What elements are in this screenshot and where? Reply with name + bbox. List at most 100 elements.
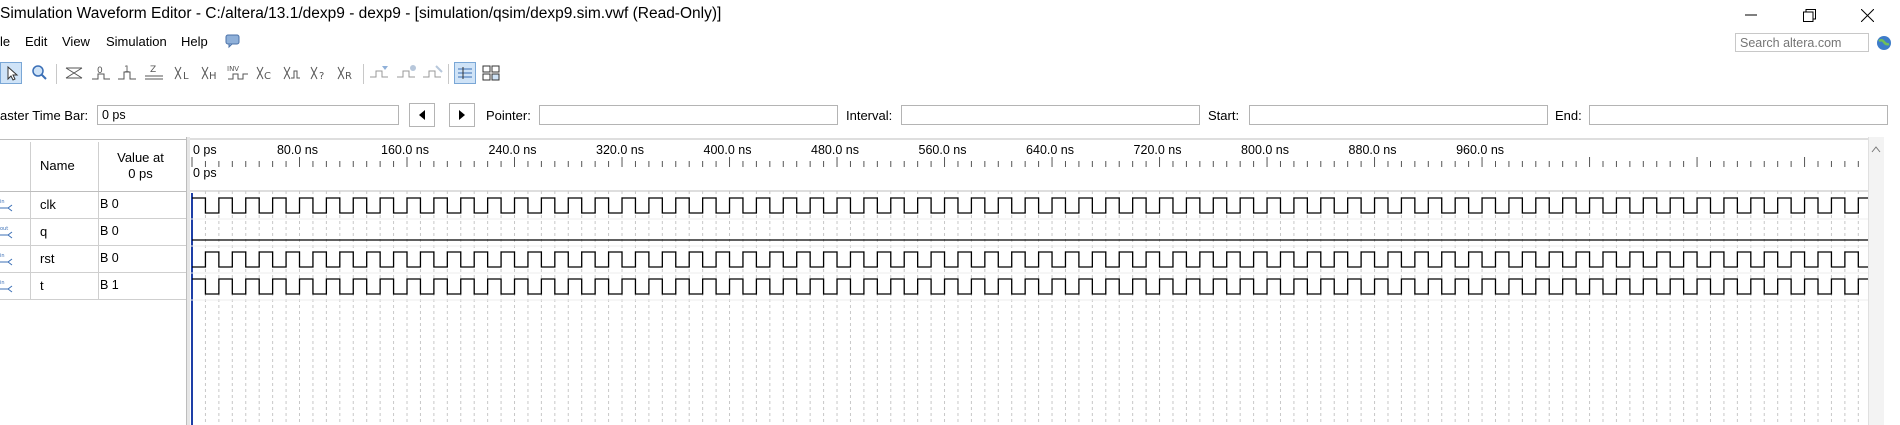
pointer-field[interactable] xyxy=(539,105,838,125)
grid-settings-button[interactable] xyxy=(480,62,502,84)
group-node-button[interactable] xyxy=(395,62,417,84)
help-chat-icon[interactable] xyxy=(225,33,241,52)
minimize-icon xyxy=(1745,14,1757,16)
end-label: End: xyxy=(1555,108,1582,123)
waveform-area[interactable]: 0 ps 80.0 ns 160.0 ns 240.0 ns 320.0 ns 400.0… xyxy=(190,137,1884,425)
svg-text:out: out xyxy=(0,226,8,232)
ruler-tick-label: 480.0 ns xyxy=(811,143,859,157)
count-value-button[interactable]: C xyxy=(254,62,276,84)
svg-text:H: H xyxy=(209,71,217,82)
force-high-icon: 1 xyxy=(118,65,136,80)
master-time-bar-field[interactable]: 0 ps xyxy=(97,105,399,125)
vertical-scrollbar[interactable] xyxy=(1868,137,1884,425)
toolbar-separator xyxy=(448,64,449,84)
invert-button[interactable]: INV xyxy=(226,62,248,84)
value-header-line1: Value at xyxy=(117,150,164,165)
previous-transition-button[interactable] xyxy=(409,103,435,127)
signal-name: rst xyxy=(40,251,55,266)
menu-bar: le Edit View Simulation Help xyxy=(0,30,1900,54)
search-input[interactable] xyxy=(1735,33,1869,52)
arrow-right-icon xyxy=(459,110,465,120)
menu-edit[interactable]: Edit xyxy=(25,34,47,49)
ungroup-node-button[interactable] xyxy=(421,62,443,84)
time-bar: aster Time Bar: 0 ps Pointer: Interval: … xyxy=(0,102,1900,128)
close-icon xyxy=(1860,8,1874,22)
ruler-tick-label: 240.0 ns xyxy=(489,143,537,157)
ungroup-node-icon xyxy=(423,65,443,78)
end-field[interactable] xyxy=(1589,105,1888,125)
value-header-line2: 0 ps xyxy=(128,166,153,181)
ruler-tick-label: 640.0 ns xyxy=(1026,143,1074,157)
signal-name: t xyxy=(40,278,44,293)
input-pin-icon: in xyxy=(0,197,14,213)
signal-row[interactable]: in clk B 0 xyxy=(0,192,186,219)
grid-settings-icon xyxy=(482,65,500,81)
arbitrary-value-button[interactable]: R xyxy=(335,62,357,84)
restore-icon xyxy=(1802,8,1816,22)
start-label: Start: xyxy=(1208,108,1240,123)
force-weak-high-button[interactable]: H xyxy=(199,62,221,84)
svg-text:in: in xyxy=(0,253,5,259)
force-low-icon: 0 xyxy=(92,66,110,80)
force-high-impedance-icon: Z xyxy=(145,65,163,80)
scroll-up-icon[interactable] xyxy=(1869,143,1883,155)
signal-row[interactable]: out q B 0 xyxy=(0,219,186,246)
interval-field[interactable] xyxy=(901,105,1200,125)
globe-icon[interactable] xyxy=(1876,35,1892,54)
pointer-label: Pointer: xyxy=(486,108,531,123)
count-value-icon: C xyxy=(256,66,271,82)
close-button[interactable] xyxy=(1844,0,1890,30)
start-field[interactable] xyxy=(1249,105,1548,125)
force-low-button[interactable]: 0 xyxy=(90,62,112,84)
signal-value: B 0 xyxy=(100,197,119,211)
toolbar: 0 1 Z L H INV C ? R xyxy=(0,60,1900,90)
force-weak-low-button[interactable]: L xyxy=(172,62,194,84)
snap-to-grid-button[interactable] xyxy=(454,62,476,84)
master-time-bar-label: aster Time Bar: xyxy=(0,108,89,123)
restore-button[interactable] xyxy=(1786,0,1832,30)
menu-simulation[interactable]: Simulation xyxy=(106,34,167,49)
selection-tool-button[interactable] xyxy=(0,62,22,84)
ruler-tick-label: 320.0 ns xyxy=(596,143,644,157)
signal-row[interactable]: in rst B 0 xyxy=(0,246,186,273)
next-transition-button[interactable] xyxy=(449,103,475,127)
name-column-header[interactable]: Name xyxy=(40,158,75,173)
ruler-tick-label: 560.0 ns xyxy=(919,143,967,157)
force-high-button[interactable]: 1 xyxy=(116,62,138,84)
zoom-tool-icon xyxy=(32,65,47,80)
random-value-button[interactable]: ? xyxy=(308,62,330,84)
svg-text:in: in xyxy=(0,199,5,205)
signal-name: q xyxy=(40,224,48,239)
svg-text:INV: INV xyxy=(227,65,239,73)
clock-value-icon xyxy=(283,66,300,80)
menu-view[interactable]: View xyxy=(62,34,90,49)
waveform-clk xyxy=(192,197,1868,214)
ruler-tick-label: 880.0 ns xyxy=(1349,143,1397,157)
clock-value-button[interactable] xyxy=(281,62,303,84)
ruler-tick-label: 720.0 ns xyxy=(1134,143,1182,157)
random-value-icon: ? xyxy=(310,66,324,82)
signal-row[interactable]: in t B 1 xyxy=(0,273,186,300)
zoom-tool-button[interactable] xyxy=(28,62,50,84)
invert-icon: INV xyxy=(227,65,248,80)
ruler-tick-label: 80.0 ns xyxy=(277,143,318,157)
force-weak-high-icon: H xyxy=(201,66,217,82)
toolbar-separator xyxy=(56,64,57,84)
force-high-impedance-button[interactable]: Z xyxy=(143,62,165,84)
input-pin-icon: in xyxy=(0,278,14,294)
force-unknown-button[interactable] xyxy=(63,62,85,84)
svg-text:R: R xyxy=(345,71,352,82)
value-column-header[interactable]: Value at 0 ps xyxy=(113,150,168,182)
interval-label: Interval: xyxy=(846,108,893,123)
insert-node-button[interactable] xyxy=(368,62,390,84)
svg-text:C: C xyxy=(264,71,271,82)
group-node-icon xyxy=(397,65,416,78)
selection-tool-icon xyxy=(7,65,19,81)
menu-file[interactable]: le xyxy=(0,34,10,49)
ruler-tick-label: 800.0 ns xyxy=(1241,143,1289,157)
insert-node-icon xyxy=(370,66,388,78)
signal-value: B 0 xyxy=(100,251,119,265)
snap-to-grid-icon xyxy=(458,67,472,79)
minimize-button[interactable] xyxy=(1728,0,1774,30)
menu-help[interactable]: Help xyxy=(181,34,208,49)
